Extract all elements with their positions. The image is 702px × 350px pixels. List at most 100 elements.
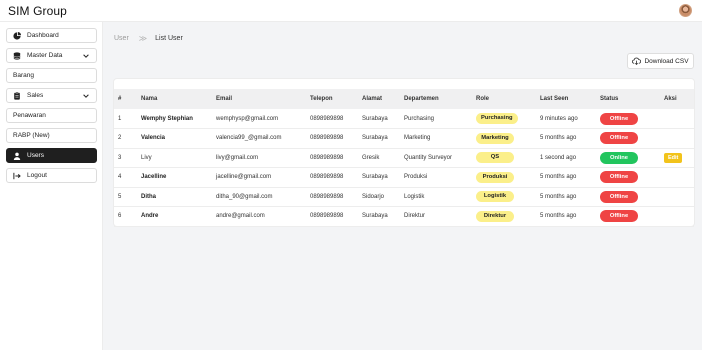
cell-role: Logistik bbox=[472, 187, 536, 207]
cell-nama: Wemphy Stephian bbox=[137, 109, 212, 129]
cell-aksi bbox=[660, 128, 694, 149]
cell-nama: Valencia bbox=[137, 128, 212, 149]
cell-role: Produksi bbox=[472, 167, 536, 188]
cell-aksi bbox=[660, 187, 694, 207]
table-row: 2 Valencia valencia99_@gmail.com 0898989… bbox=[114, 128, 694, 149]
cell-last-seen: 5 months ago bbox=[536, 128, 596, 149]
cell-departemen: Purchasing bbox=[400, 109, 472, 129]
table-row: 6 Andre andre@gmail.com 0898989898 Surab… bbox=[114, 206, 694, 227]
sidebar-item-dashboard[interactable]: Dashboard bbox=[6, 28, 97, 43]
cell-role: Purchasing bbox=[472, 109, 536, 129]
role-badge: Direktur bbox=[476, 210, 514, 222]
sidebar-item-sales[interactable]: Sales bbox=[6, 88, 97, 103]
cell-email: ditha_90@gmail.com bbox=[212, 187, 306, 207]
table-row: 4 Jacelline jacelline@gmail.com 08989898… bbox=[114, 167, 694, 188]
cell-role: Marketing bbox=[472, 128, 536, 149]
sidebar-item-barang[interactable]: Barang bbox=[6, 68, 97, 83]
user-avatar[interactable] bbox=[679, 4, 692, 17]
column-header: Departemen bbox=[404, 96, 439, 102]
cloud-download-icon bbox=[632, 57, 642, 65]
edit-button[interactable]: Edit bbox=[664, 152, 683, 163]
sidebar-item-label: Master Data bbox=[27, 52, 63, 59]
cell-status: Offline bbox=[596, 187, 660, 207]
sidebar-item-label: Sales bbox=[27, 92, 44, 99]
download-csv-button[interactable]: Download CSV bbox=[627, 53, 694, 69]
cell-nama: Ditha bbox=[137, 187, 212, 207]
breadcrumb-parent[interactable]: User bbox=[114, 35, 129, 42]
sidebar-item-rabp[interactable]: RABP (New) bbox=[6, 128, 97, 143]
cell-email: wemphysp@gmail.com bbox=[212, 109, 306, 129]
sidebar-item-label: RABP (New) bbox=[13, 132, 50, 139]
cell-no: 2 bbox=[114, 128, 137, 149]
cell-alamat: Surabaya bbox=[358, 206, 400, 227]
column-header: Email bbox=[216, 96, 233, 102]
column-header: Status bbox=[600, 96, 619, 102]
role-badge: Logistik bbox=[476, 191, 514, 203]
cell-role: QS bbox=[472, 148, 536, 168]
status-badge: Offline bbox=[600, 132, 638, 145]
cell-telepon: 0898989898 bbox=[306, 206, 358, 227]
table-header-row: # Nama Email Telepon Alamat Departemen R… bbox=[114, 89, 694, 109]
sidebar-item-label: Logout bbox=[27, 172, 47, 179]
cell-status: Offline bbox=[596, 206, 660, 227]
download-csv-label: Download CSV bbox=[644, 57, 689, 65]
sidebar-item-logout[interactable]: Logout bbox=[6, 168, 97, 183]
pie-chart-icon bbox=[13, 31, 21, 40]
breadcrumb-current: List User bbox=[155, 35, 183, 42]
sidebar-item-master-data[interactable]: Master Data bbox=[6, 48, 97, 63]
cell-telepon: 0898989898 bbox=[306, 109, 358, 129]
cell-last-seen: 5 months ago bbox=[536, 187, 596, 207]
column-header: # bbox=[118, 96, 122, 102]
cell-last-seen: 1 second ago bbox=[536, 148, 596, 168]
cell-departemen: Direktur bbox=[400, 206, 472, 227]
column-header: Last Seen bbox=[540, 96, 569, 102]
cell-status: Offline bbox=[596, 109, 660, 129]
table-row: 1 Wemphy Stephian wemphysp@gmail.com 089… bbox=[114, 109, 694, 129]
breadcrumb: User ≫ List User bbox=[114, 34, 183, 43]
cell-no: 5 bbox=[114, 187, 137, 207]
table-row: 3 Livy livy@gmail.com 0898989898 Gresik … bbox=[114, 148, 694, 168]
cell-telepon: 0898989898 bbox=[306, 148, 358, 168]
sidebar-item-label: Penawaran bbox=[13, 112, 46, 119]
database-icon bbox=[13, 51, 21, 60]
cell-email: livy@gmail.com bbox=[212, 148, 306, 168]
cell-aksi bbox=[660, 167, 694, 188]
app-title: SIM Group bbox=[8, 3, 67, 18]
cell-status: Online bbox=[596, 148, 660, 168]
sidebar-item-label: Barang bbox=[13, 72, 34, 79]
sidebar-item-users[interactable]: Users bbox=[6, 148, 97, 163]
status-badge: Offline bbox=[600, 210, 638, 223]
sidebar-item-penawaran[interactable]: Penawaran bbox=[6, 108, 97, 123]
cell-telepon: 0898989898 bbox=[306, 128, 358, 149]
cell-alamat: Sidoarjo bbox=[358, 187, 400, 207]
cell-role: Direktur bbox=[472, 206, 536, 227]
cell-email: andre@gmail.com bbox=[212, 206, 306, 227]
cell-email: valencia99_@gmail.com bbox=[212, 128, 306, 149]
cell-no: 4 bbox=[114, 167, 137, 188]
column-header: Telepon bbox=[310, 96, 333, 102]
column-header: Aksi bbox=[664, 96, 677, 102]
status-badge: Offline bbox=[600, 171, 638, 184]
cell-nama: Jacelline bbox=[137, 167, 212, 188]
cell-aksi: Edit bbox=[660, 148, 694, 168]
role-badge: Produksi bbox=[476, 171, 514, 183]
user-icon bbox=[13, 152, 21, 160]
cell-telepon: 0898989898 bbox=[306, 187, 358, 207]
cell-no: 1 bbox=[114, 109, 137, 129]
cell-departemen: Marketing bbox=[400, 128, 472, 149]
role-badge: QS bbox=[476, 152, 514, 164]
breadcrumb-separator-icon: ≫ bbox=[138, 34, 148, 43]
table-row: 5 Ditha ditha_90@gmail.com 0898989898 Si… bbox=[114, 187, 694, 207]
cell-telepon: 0898989898 bbox=[306, 167, 358, 188]
users-table: # Nama Email Telepon Alamat Departemen R… bbox=[114, 89, 694, 227]
cell-alamat: Surabaya bbox=[358, 167, 400, 188]
clipboard-icon bbox=[13, 91, 21, 100]
role-badge: Marketing bbox=[476, 132, 514, 144]
column-header: Nama bbox=[141, 96, 158, 102]
status-badge: Offline bbox=[600, 190, 638, 203]
cell-alamat: Surabaya bbox=[358, 109, 400, 129]
cell-aksi bbox=[660, 109, 694, 129]
cell-no: 3 bbox=[114, 148, 137, 168]
cell-last-seen: 9 minutes ago bbox=[536, 109, 596, 129]
status-badge: Online bbox=[600, 151, 638, 164]
